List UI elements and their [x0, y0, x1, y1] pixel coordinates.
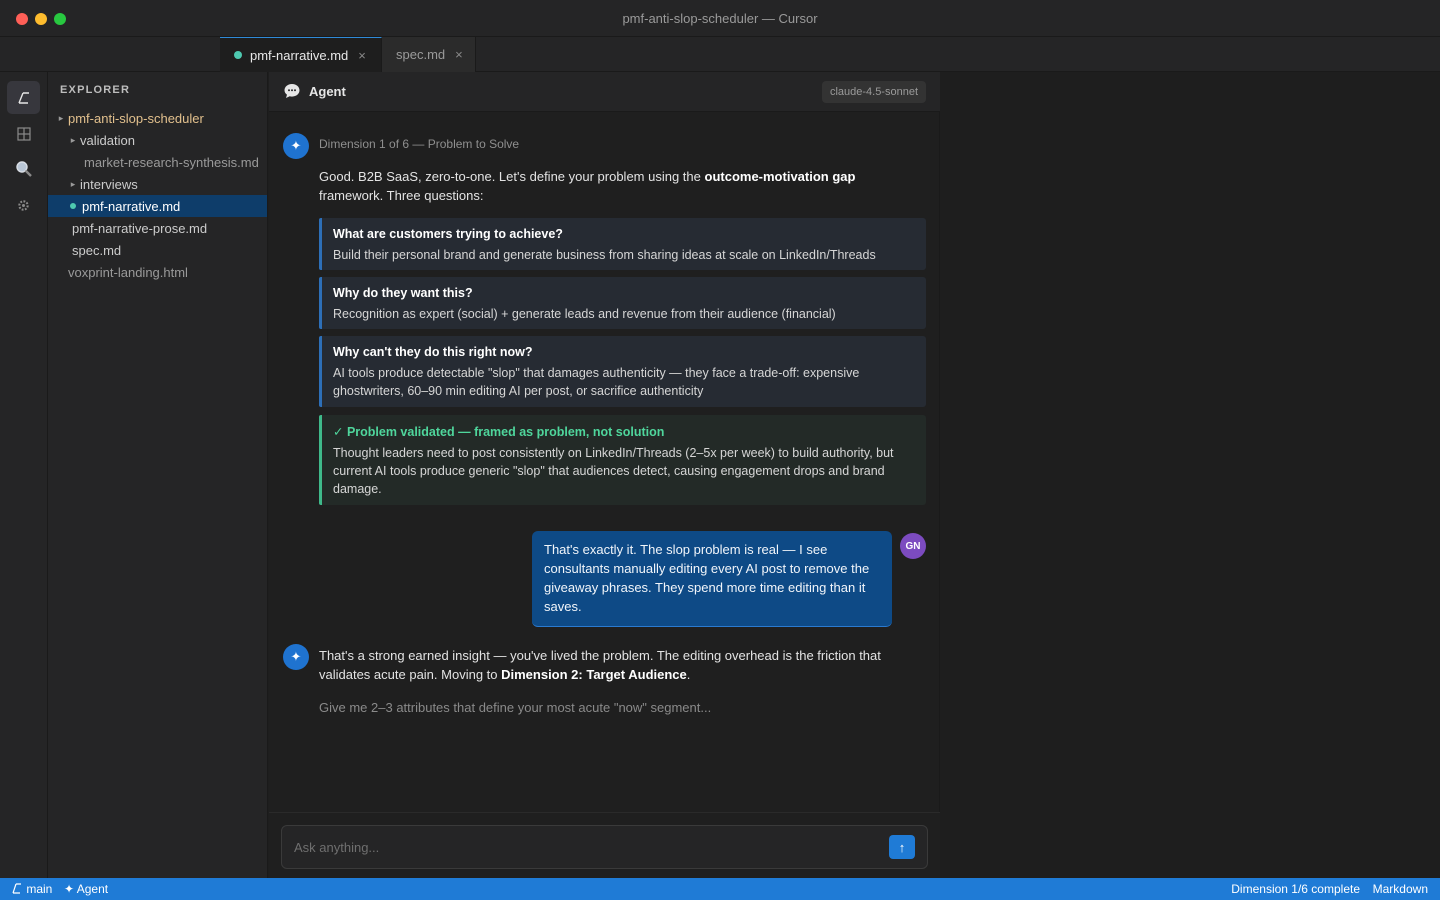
tree-file-pmf-narrative-prose[interactable]: pmf-narrative-prose.md [48, 217, 267, 239]
branch-name: main [26, 882, 53, 896]
agent-title: Agent [309, 84, 346, 99]
send-button[interactable]: ↑ [889, 835, 915, 859]
close-icon[interactable]: × [455, 47, 463, 62]
tree-folder-root[interactable]: ▸ pmf-anti-slop-scheduler [48, 107, 267, 129]
activity-bar [0, 72, 48, 878]
chevron-right-icon: ▸ [70, 178, 76, 189]
title-bar: pmf-anti-slop-scheduler — Cursor [0, 0, 1440, 37]
question-answer: Build their personal brand and generate … [333, 248, 876, 262]
chat-bubble-icon [284, 84, 300, 98]
tree-item-label: voxprint-landing.html [68, 264, 188, 280]
validation-title: ✓ Problem validated — framed as problem,… [333, 425, 665, 439]
composer: ↑ [281, 825, 928, 869]
tree-file-pmf-narrative[interactable]: pmf-narrative.md [48, 195, 267, 217]
status-branch[interactable]: main [12, 882, 52, 896]
tree-item-label: validation [80, 132, 135, 148]
tab-label: pmf-narrative.md [250, 47, 349, 63]
tree-file-market-research[interactable]: market-research-synthesis.md [48, 151, 267, 173]
tree-item-label: spec.md [72, 242, 122, 258]
avatar: GN [900, 533, 926, 559]
tree-item-label: market-research-synthesis.md [84, 154, 259, 170]
question-card: Why can't they do this right now? AI too… [319, 336, 926, 407]
tab-label: spec.md [396, 47, 446, 62]
close-icon[interactable]: × [358, 48, 366, 63]
validation-card: ✓ Problem validated — framed as problem,… [319, 415, 926, 505]
agent-panel: Agent claude-4.5-sonnet ✦ Dimension 1 of… [269, 72, 940, 878]
composer-area: ↑ [269, 812, 940, 878]
window-title: pmf-anti-slop-scheduler — Cursor [622, 11, 818, 26]
question-title: What are customers trying to achieve? [333, 227, 563, 241]
source-control-icon[interactable] [7, 81, 40, 114]
editor-area [941, 72, 1440, 878]
tree-folder-interviews[interactable]: ▸ interviews [48, 173, 267, 195]
validation-text: Thought leaders need to post consistentl… [333, 446, 894, 496]
status-agent-mode[interactable]: ✦ Agent [64, 882, 108, 896]
tree-item-label: pmf-narrative-prose.md [72, 220, 208, 236]
question-card: What are customers trying to achieve? Bu… [319, 218, 926, 270]
explorer-title: EXPLORER [60, 84, 131, 96]
status-language[interactable]: Markdown [1373, 882, 1428, 896]
mode-label: Agent [76, 882, 109, 896]
status-bar: main ✦ Agent Dimension 1/6 complete Mark… [0, 878, 1440, 900]
branch-icon [12, 883, 21, 894]
tree-file-voxprint-landing[interactable]: voxprint-landing.html [48, 261, 267, 283]
question-answer: Recognition as expert (social) + generat… [333, 307, 836, 321]
question-card: Why do they want this? Recognition as ex… [319, 277, 926, 329]
tab-spec[interactable]: spec.md × [382, 37, 476, 72]
search-icon[interactable] [7, 152, 40, 185]
editor-tab-bar: pmf-narrative.md × spec.md × [0, 37, 1440, 72]
modified-dot-icon [234, 51, 242, 59]
ai-sparkle-icon: ✦ [283, 133, 309, 159]
message-followup: Give me 2–3 attributes that define your … [319, 700, 712, 715]
status-progress[interactable]: Dimension 1/6 complete [1231, 882, 1360, 896]
message-text: Good. B2B SaaS, zero-to-one. Let's defin… [319, 169, 856, 203]
agent-header: Agent claude-4.5-sonnet [269, 72, 940, 112]
settings-icon[interactable] [7, 189, 40, 222]
explorer-sidebar: EXPLORER ▸ pmf-anti-slop-scheduler ▸ val… [48, 72, 268, 878]
message-meta: Dimension 1 of 6 — Problem to Solve [319, 137, 520, 151]
tree-item-label: pmf-narrative.md [82, 198, 181, 214]
ai-sparkle-icon: ✦ [64, 882, 75, 896]
tree-item-label: interviews [80, 176, 138, 192]
chevron-right-icon: ▸ [70, 134, 76, 145]
model-selector[interactable]: claude-4.5-sonnet [821, 81, 926, 103]
chevron-right-icon: ▸ [58, 112, 64, 123]
modified-dot-icon [70, 203, 76, 209]
question-title: Why can't they do this right now? [333, 345, 533, 359]
user-message-bubble: That's exactly it. The slop problem is r… [532, 531, 892, 627]
question-answer: AI tools produce detectable "slop" that … [333, 366, 860, 398]
ask-input[interactable] [294, 837, 864, 857]
question-title: Why do they want this? [333, 286, 473, 300]
tree-item-label: pmf-anti-slop-scheduler [68, 110, 204, 126]
extensions-icon[interactable] [7, 117, 40, 150]
tree-file-spec[interactable]: spec.md [48, 239, 267, 261]
message-text: That's a strong earned insight — you've … [319, 648, 881, 682]
tab-pmf-narrative[interactable]: pmf-narrative.md × [220, 37, 382, 72]
tree-folder-validation[interactable]: ▸ validation [48, 129, 267, 151]
ai-sparkle-icon: ✦ [283, 644, 309, 670]
